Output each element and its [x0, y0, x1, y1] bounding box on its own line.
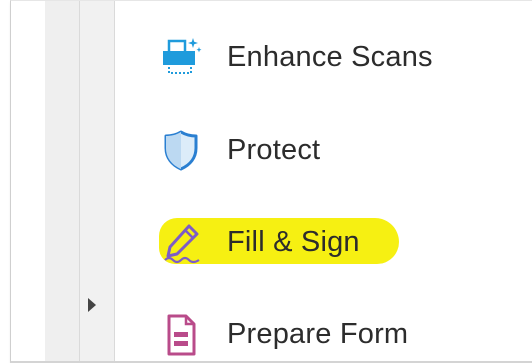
collapse-rail [79, 1, 115, 361]
tool-label: Enhance Scans [227, 40, 433, 73]
tool-label: Prepare Form [227, 317, 409, 350]
tool-enhance-scans[interactable]: Enhance Scans [159, 27, 433, 87]
tools-panel: Enhance Scans Protect Fill & Sign Prepar… [10, 0, 532, 363]
pen-sign-icon [159, 220, 203, 264]
expand-arrow-icon[interactable] [88, 298, 96, 312]
tool-prepare-form[interactable]: Prepare Form [159, 304, 409, 361]
tool-protect[interactable]: Protect [159, 120, 320, 180]
form-icon [159, 312, 203, 356]
tool-fill-and-sign[interactable]: Fill & Sign [159, 212, 360, 272]
shield-icon [159, 128, 203, 172]
tool-label: Fill & Sign [227, 225, 360, 258]
enhance-scans-icon [159, 35, 203, 79]
tool-label: Protect [227, 133, 321, 166]
